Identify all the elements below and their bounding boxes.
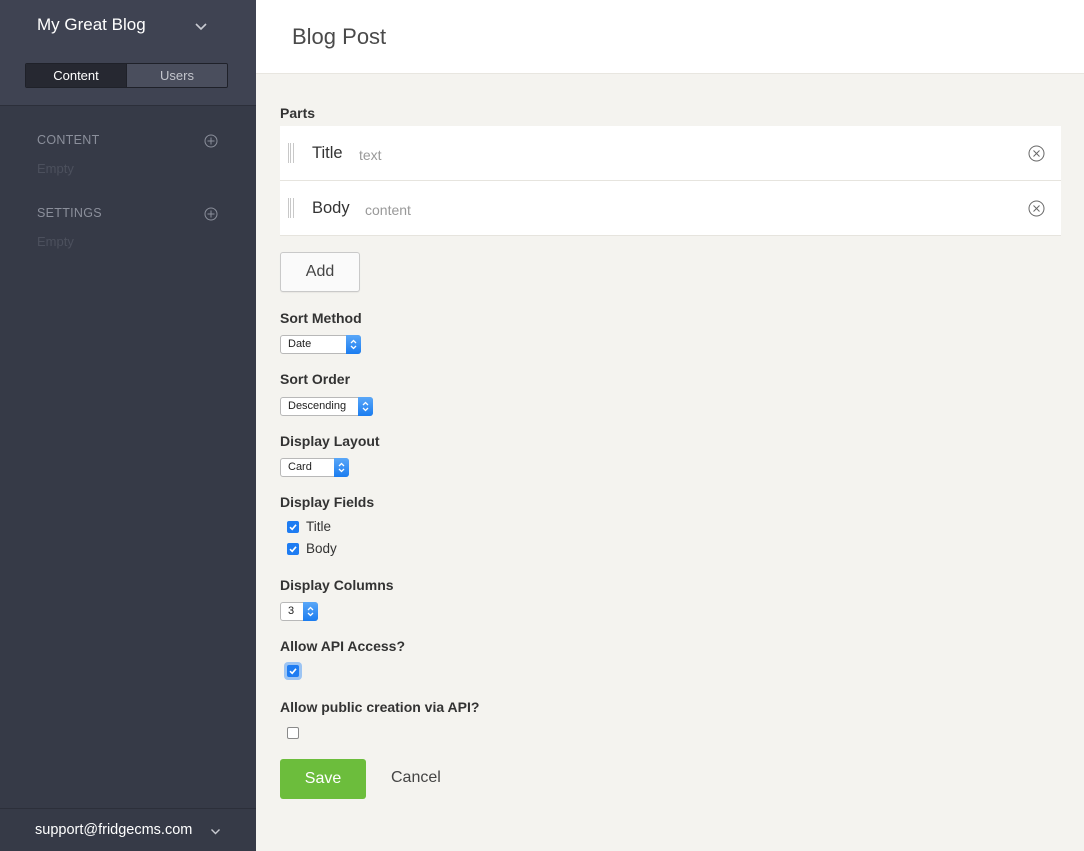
section-title-settings: SETTINGS [37, 206, 102, 220]
sidebar-header: My Great Blog Content Users [0, 0, 256, 106]
page-header: Blog Post [256, 0, 1084, 74]
part-name: Body [312, 199, 350, 217]
tab-content[interactable]: Content [26, 64, 127, 87]
part-row[interactable]: Body content [280, 181, 1061, 236]
save-button[interactable]: Save [280, 759, 366, 799]
display-field-body-checkbox[interactable] [287, 543, 299, 555]
content-empty-label: Empty [37, 161, 74, 176]
allow-public-creation-label: Allow public creation via API? [280, 699, 480, 715]
select-arrows-icon [303, 602, 318, 621]
section-title-content: CONTENT [37, 133, 100, 147]
drag-handle-icon[interactable] [288, 198, 294, 218]
drag-handle-icon[interactable] [288, 143, 294, 163]
sidebar: My Great Blog Content Users CONTENT Empt… [0, 0, 256, 851]
part-row[interactable]: Title text [280, 126, 1061, 181]
select-arrows-icon [346, 335, 361, 354]
display-field-body-label[interactable]: Body [306, 541, 337, 556]
sidebar-footer: support@fridgecms.com [0, 808, 256, 851]
part-name: Title [312, 144, 343, 162]
select-arrows-icon [358, 397, 373, 416]
display-columns-label: Display Columns [280, 577, 394, 593]
display-columns-value: 3 [288, 605, 295, 617]
allow-api-access-label: Allow API Access? [280, 638, 406, 654]
sort-order-label: Sort Order [280, 371, 351, 387]
display-columns-select[interactable]: 3 [280, 602, 318, 621]
sort-method-value: Date [288, 338, 312, 350]
cancel-button[interactable]: Cancel [391, 769, 441, 787]
remove-icon[interactable] [1028, 145, 1045, 162]
sort-order-select[interactable]: Descending [280, 397, 373, 416]
part-type: text [359, 147, 382, 163]
allow-api-access-checkbox[interactable] [287, 665, 299, 677]
parts-list: Title text Body content [280, 126, 1061, 236]
display-layout-label: Display Layout [280, 433, 380, 449]
select-arrows-icon [334, 458, 349, 477]
add-content-icon[interactable] [204, 134, 218, 148]
sort-method-label: Sort Method [280, 310, 362, 326]
add-part-button[interactable]: Add [280, 252, 360, 292]
page-title: Blog Post [292, 24, 387, 49]
display-fields-label: Display Fields [280, 494, 375, 510]
tab-users[interactable]: Users [127, 64, 227, 87]
site-name[interactable]: My Great Blog [37, 15, 146, 35]
display-field-title-checkbox[interactable] [287, 521, 299, 533]
parts-label: Parts [280, 105, 316, 121]
chevron-down-icon[interactable] [193, 18, 209, 34]
account-email[interactable]: support@fridgecms.com [35, 822, 192, 838]
sort-order-value: Descending [288, 400, 347, 412]
remove-icon[interactable] [1028, 200, 1045, 217]
part-type: content [365, 202, 411, 218]
content-users-toggle: Content Users [25, 63, 228, 88]
allow-public-creation-checkbox[interactable] [287, 727, 299, 739]
display-layout-value: Card [288, 461, 312, 473]
display-layout-select[interactable]: Card [280, 458, 349, 477]
settings-empty-label: Empty [37, 234, 74, 249]
sort-method-select[interactable]: Date [280, 335, 361, 354]
add-settings-icon[interactable] [204, 207, 218, 221]
display-field-title-label[interactable]: Title [306, 519, 331, 534]
chevron-down-icon[interactable] [210, 826, 221, 837]
